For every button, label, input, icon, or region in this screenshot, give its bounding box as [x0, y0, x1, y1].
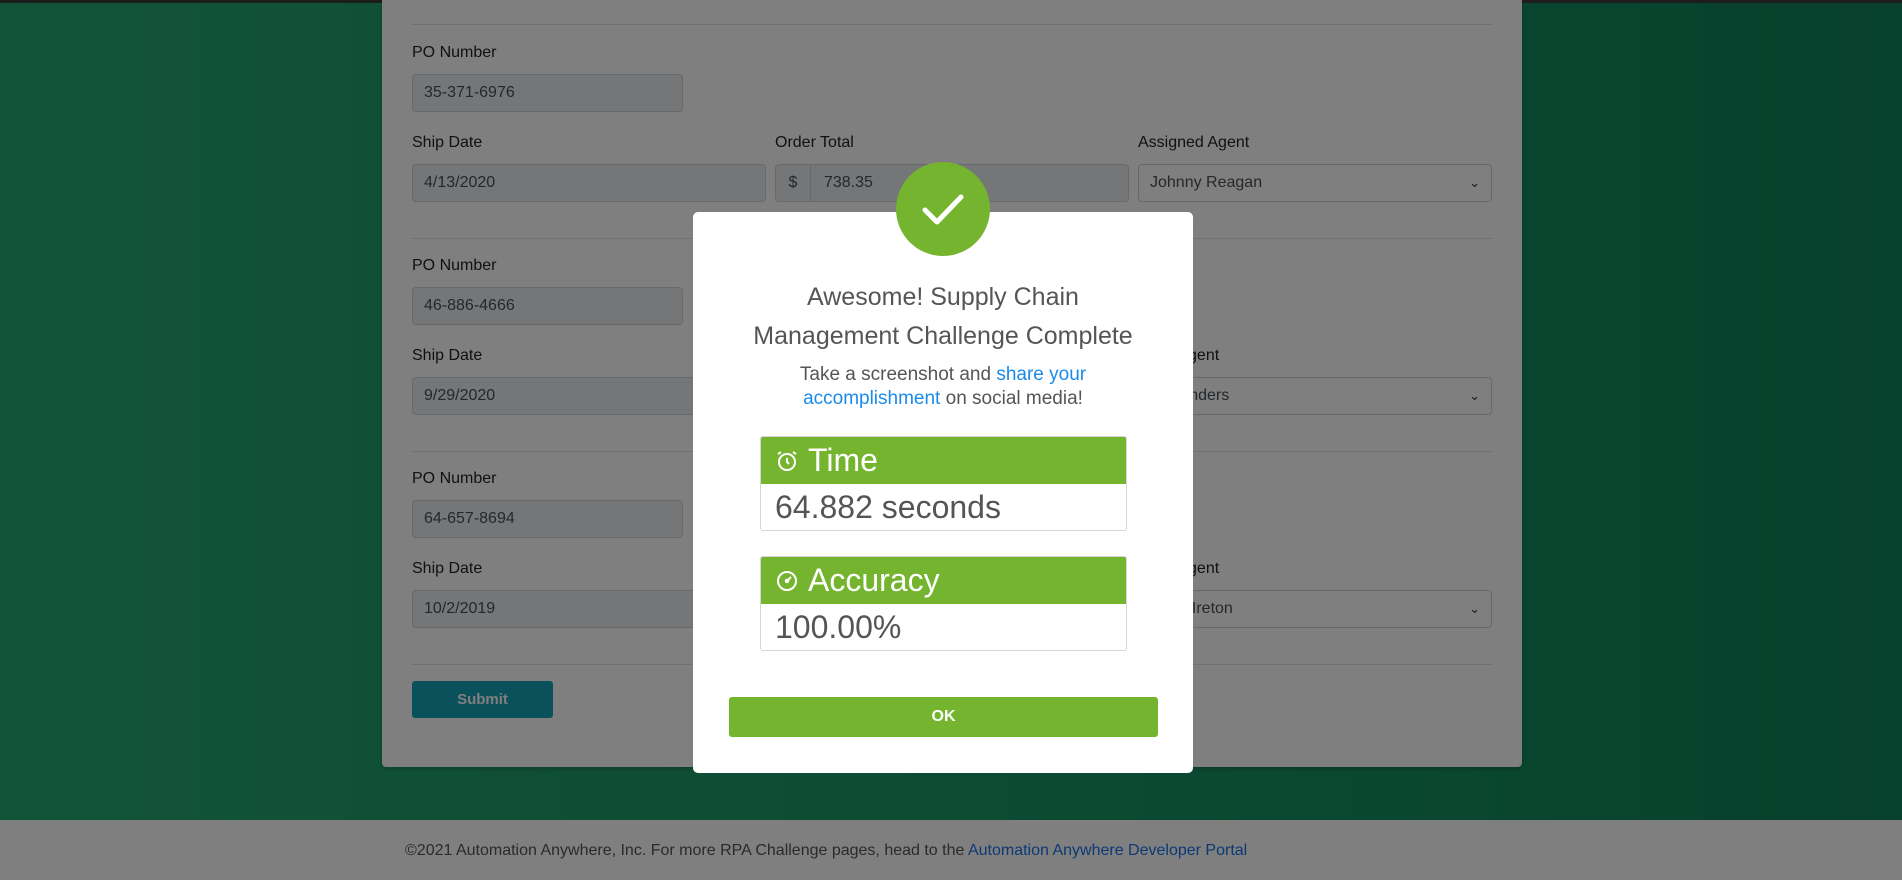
time-stat: Time 64.882 seconds: [760, 436, 1127, 531]
subtitle-text: on social media!: [940, 388, 1083, 409]
modal-title-line: Awesome! Supply Chain: [807, 283, 1079, 311]
accuracy-label: Accuracy: [808, 562, 940, 598]
accuracy-stat-header: Accuracy: [761, 557, 1126, 604]
success-badge: [896, 162, 990, 256]
subtitle-text: Take a screenshot and: [799, 364, 997, 385]
modal-title: Awesome! Supply Chain Management Challen…: [693, 278, 1193, 356]
modal-title-line: Management Challenge Complete: [753, 322, 1133, 350]
accuracy-value: 100.00%: [775, 608, 902, 645]
modal-subtitle: Take a screenshot and share your accompl…: [763, 363, 1123, 411]
checkmark-icon: [922, 194, 964, 225]
ok-button[interactable]: OK: [729, 697, 1158, 737]
alarm-clock-icon: [777, 450, 797, 471]
speedometer-icon: [777, 570, 797, 591]
time-label: Time: [808, 442, 878, 478]
completion-modal: Awesome! Supply Chain Management Challen…: [693, 212, 1193, 773]
time-stat-header: Time: [761, 437, 1126, 484]
accuracy-stat: Accuracy 100.00%: [760, 556, 1127, 651]
time-value: 64.882 seconds: [775, 488, 1001, 525]
